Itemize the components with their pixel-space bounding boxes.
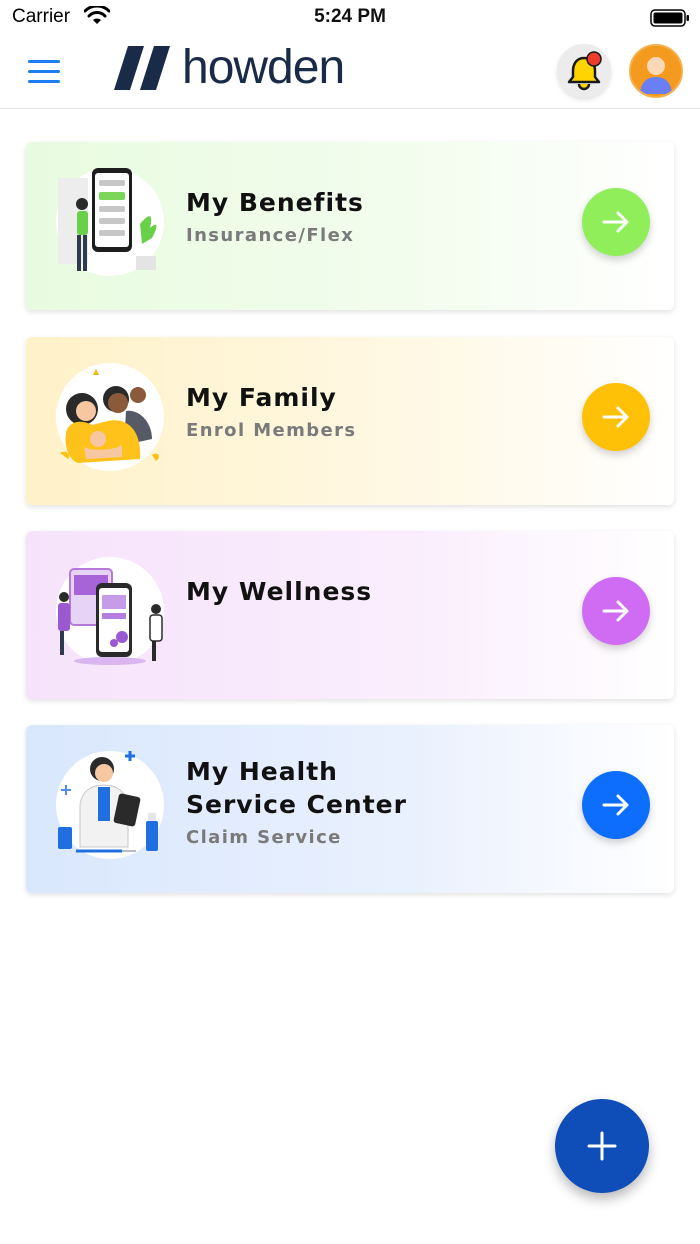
wellness-text-block: My Wellness <box>186 575 372 608</box>
card-my-benefits[interactable]: My Benefits Insurance/Flex <box>26 142 674 310</box>
card-title: My Benefits <box>186 188 364 217</box>
card-my-family[interactable]: My Family Enrol Members <box>26 337 674 505</box>
card-title: My Wellness <box>186 577 373 606</box>
battery-icon <box>650 9 689 27</box>
notifications-button[interactable] <box>557 44 611 98</box>
health-illustration-icon <box>56 751 164 859</box>
benefits-illustration-icon <box>56 168 164 276</box>
menu-button[interactable] <box>28 60 60 84</box>
user-avatar[interactable] <box>629 44 683 98</box>
card-title-line1: My Health <box>186 757 338 786</box>
menu-icon <box>28 60 60 63</box>
card-title: My Family <box>186 383 337 412</box>
app-header: howden <box>0 36 700 109</box>
howden-logo: howden <box>114 41 345 94</box>
health-arrow-button[interactable] <box>582 771 650 839</box>
logo-text: howden <box>182 41 345 94</box>
card-subtitle: Enrol Members <box>186 420 357 441</box>
add-fab-button[interactable] <box>555 1099 649 1193</box>
card-my-wellness[interactable]: My Wellness <box>26 531 674 699</box>
arrow-right-icon <box>602 211 629 233</box>
card-title-line2: Service Center <box>186 790 407 819</box>
logo-mark-icon <box>114 46 170 90</box>
status-time: 5:24 PM <box>314 6 386 27</box>
card-subtitle: Claim Service <box>186 827 342 848</box>
arrow-right-icon <box>602 794 629 816</box>
wellness-illustration-icon <box>56 557 164 665</box>
arrow-right-icon <box>602 600 629 622</box>
arrow-right-icon <box>602 406 629 428</box>
family-text-block: My Family Enrol Members <box>186 381 357 441</box>
benefits-text-block: My Benefits Insurance/Flex <box>186 186 364 246</box>
plus-icon <box>587 1131 617 1161</box>
family-arrow-button[interactable] <box>582 383 650 451</box>
wellness-arrow-button[interactable] <box>582 577 650 645</box>
status-bar: Carrier 5:24 PM <box>0 0 700 36</box>
avatar-icon <box>631 46 681 96</box>
benefits-arrow-button[interactable] <box>582 188 650 256</box>
health-text-block: My Health Service Center Claim Service <box>186 755 407 848</box>
card-subtitle: Insurance/Flex <box>186 225 355 246</box>
family-illustration-icon <box>56 363 164 471</box>
bell-icon <box>567 51 602 91</box>
card-my-health-service-center[interactable]: My Health Service Center Claim Service <box>26 725 674 893</box>
